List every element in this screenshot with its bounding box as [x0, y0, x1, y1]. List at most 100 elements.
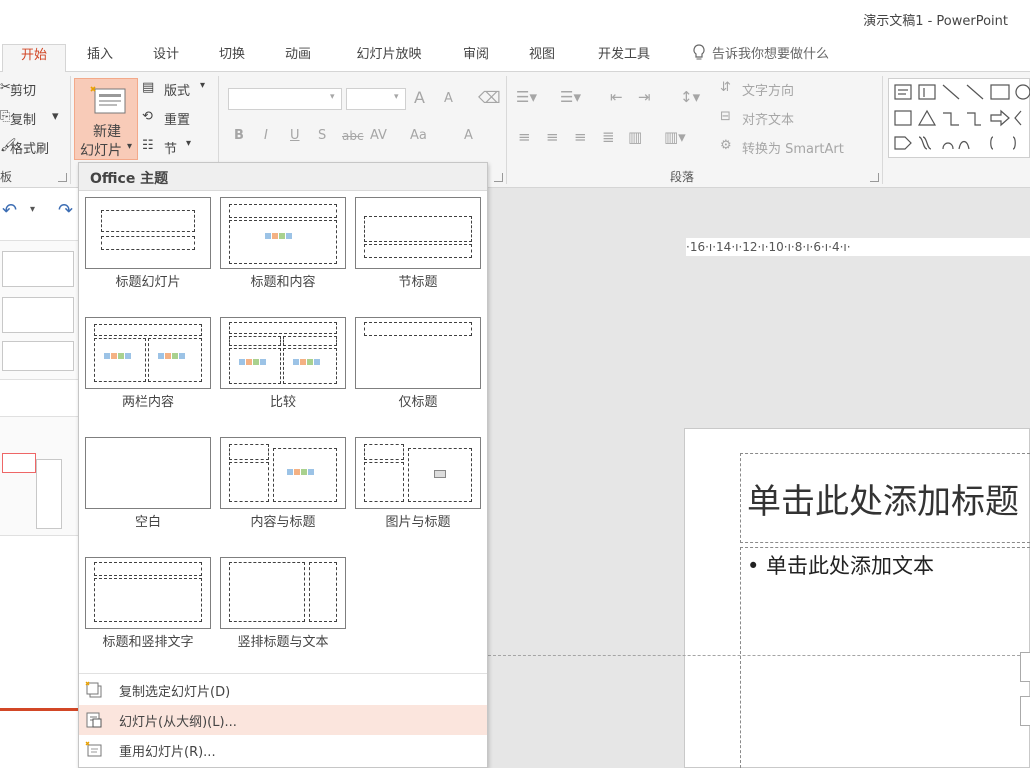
tab-transitions[interactable]: 切换	[212, 44, 252, 72]
picture-icon[interactable]	[1020, 696, 1030, 726]
chevron-down-icon[interactable]: ▾	[394, 92, 399, 102]
justify-icon[interactable]: ≣	[602, 128, 615, 146]
text-ph-preview	[229, 462, 269, 502]
reuse-slides-item[interactable]: 重用幻灯片(R)...	[79, 735, 487, 765]
layout-thumbnail	[220, 557, 346, 629]
reuse-slides-label: 重用幻灯片(R)...	[119, 745, 216, 760]
layout-label: 节标题	[398, 275, 438, 290]
layout-thumbnail	[220, 437, 346, 509]
layout-content-with-caption[interactable]: 内容与标题	[220, 437, 346, 549]
redo-icon[interactable]: ↷	[58, 200, 73, 221]
chevron-down-icon[interactable]: ▾	[330, 92, 335, 102]
text-ph-preview	[364, 462, 404, 502]
chevron-down-icon[interactable]: ▾	[186, 138, 191, 149]
slide-thumbnail[interactable]	[0, 240, 78, 380]
layout-title-slide[interactable]: 标题幻灯片	[85, 197, 211, 309]
change-case-button[interactable]: Aa	[410, 128, 427, 143]
ribbon-tabs: 开始 插入 设计 切换 动画 幻灯片放映 审阅 视图 开发工具 告诉我你想要做什…	[0, 38, 1030, 73]
distribute-icon[interactable]: ▥	[628, 128, 642, 146]
tab-home[interactable]: 开始	[2, 44, 66, 73]
strikethrough-button[interactable]: abc	[342, 129, 364, 143]
slide-thumbnail-panel: ↶ ▾ ↷	[0, 188, 78, 768]
font-color-button[interactable]: A	[464, 128, 473, 143]
layout-picture-with-caption[interactable]: 图片与标题	[355, 437, 481, 549]
cut-button[interactable]: 剪切	[10, 80, 36, 99]
slides-from-outline-label: 幻灯片(从大纲)(L)...	[119, 715, 237, 730]
tab-insert[interactable]: 插入	[80, 44, 120, 72]
shadow-button[interactable]: S	[318, 128, 326, 143]
layout-thumbnail	[220, 317, 346, 389]
vertical-title-ph-preview	[309, 562, 337, 622]
increase-indent-icon[interactable]: ⇥	[638, 88, 651, 106]
chevron-down-icon[interactable]: ▾	[30, 204, 35, 215]
dialog-launcher-icon[interactable]	[494, 173, 503, 182]
align-left-icon[interactable]: ≡	[518, 128, 531, 146]
line-spacing-icon[interactable]: ↕▾	[680, 88, 700, 106]
layout-label: 图片与标题	[385, 515, 451, 530]
group-divider	[506, 76, 507, 184]
layout-vertical-title-text[interactable]: 竖排标题与文本	[220, 557, 346, 669]
numbering-icon[interactable]: ☰▾	[560, 88, 581, 106]
layout-title-vertical-text[interactable]: 标题和竖排文字	[85, 557, 211, 669]
slides-from-outline-item[interactable]: 幻灯片(从大纲)(L)...	[79, 705, 487, 735]
thumb-preview	[2, 297, 74, 333]
title-ph-preview	[364, 444, 404, 460]
layout-title-only[interactable]: 仅标题	[355, 317, 481, 429]
content-icons	[158, 352, 186, 361]
bold-button[interactable]: B	[234, 128, 244, 143]
shapes-gallery[interactable]	[888, 78, 1030, 158]
dialog-launcher-icon[interactable]	[58, 173, 67, 182]
title-ph-preview	[229, 204, 337, 218]
body-placeholder[interactable]: • 单击此处添加文本	[740, 547, 1030, 768]
tab-design[interactable]: 设计	[146, 44, 186, 72]
layout-button[interactable]: 版式	[164, 80, 190, 99]
tab-slideshow[interactable]: 幻灯片放映	[344, 44, 434, 72]
chevron-down-icon[interactable]: ▾	[200, 80, 205, 91]
tab-view[interactable]: 视图	[522, 44, 562, 72]
dialog-launcher-icon[interactable]	[870, 173, 879, 182]
decrease-indent-icon[interactable]: ⇤	[610, 88, 623, 106]
section-button[interactable]: 节	[164, 138, 177, 157]
align-text-button[interactable]: 对齐文本	[742, 109, 794, 128]
text-ph-preview	[364, 244, 472, 258]
format-painter-button[interactable]: 格式刷	[10, 138, 49, 157]
undo-icon[interactable]: ↶	[2, 200, 17, 221]
chevron-down-icon[interactable]: ▾	[52, 109, 59, 124]
tell-me-search[interactable]: 告诉我你想要做什么	[712, 44, 852, 72]
tab-developer[interactable]: 开发工具	[588, 44, 660, 72]
convert-smartart-button[interactable]: 转换为 SmartArt	[742, 138, 844, 157]
lightbulb-icon	[688, 44, 710, 72]
text-direction-button[interactable]: 文字方向	[742, 80, 794, 99]
grow-font-button[interactable]: A	[414, 88, 425, 107]
shrink-font-button[interactable]: A	[444, 91, 453, 106]
layout-blank[interactable]: 空白	[85, 437, 211, 549]
align-right-icon[interactable]: ≡	[574, 128, 587, 146]
clear-format-icon[interactable]: ⌫	[478, 88, 501, 107]
content-icon[interactable]	[1020, 652, 1030, 682]
layout-two-content[interactable]: 两栏内容	[85, 317, 211, 429]
char-spacing-button[interactable]: AV	[370, 128, 387, 143]
underline-button[interactable]: U	[290, 128, 300, 143]
slide-thumbnail[interactable]	[0, 416, 78, 536]
font-name-select[interactable]	[228, 88, 342, 110]
heading-ph-preview	[283, 336, 337, 346]
layout-title-and-content[interactable]: 标题和内容	[220, 197, 346, 309]
tab-animations[interactable]: 动画	[278, 44, 318, 72]
outline-icon	[86, 712, 102, 728]
new-slide-button[interactable]: 新建 幻灯片 ▾	[74, 78, 138, 160]
align-center-icon[interactable]: ≡	[546, 128, 559, 146]
columns-icon[interactable]: ▥▾	[664, 128, 686, 146]
layout-label: 两栏内容	[121, 395, 174, 410]
copy-button[interactable]: 复制	[10, 109, 36, 128]
reuse-slides-icon	[85, 741, 102, 757]
layout-section-header[interactable]: 节标题	[355, 197, 481, 309]
duplicate-slides-item[interactable]: 复制选定幻灯片(D)	[79, 675, 487, 705]
content-icons	[287, 468, 315, 477]
tab-review[interactable]: 审阅	[456, 44, 496, 72]
title-placeholder[interactable]: 单击此处添加标题	[740, 453, 1030, 543]
reset-button[interactable]: 重置	[164, 109, 190, 128]
bullets-icon[interactable]: ☰▾	[516, 88, 537, 106]
layout-comparison[interactable]: 比较	[220, 317, 346, 429]
italic-button[interactable]: I	[264, 128, 268, 143]
duplicate-slides-icon	[85, 681, 102, 698]
